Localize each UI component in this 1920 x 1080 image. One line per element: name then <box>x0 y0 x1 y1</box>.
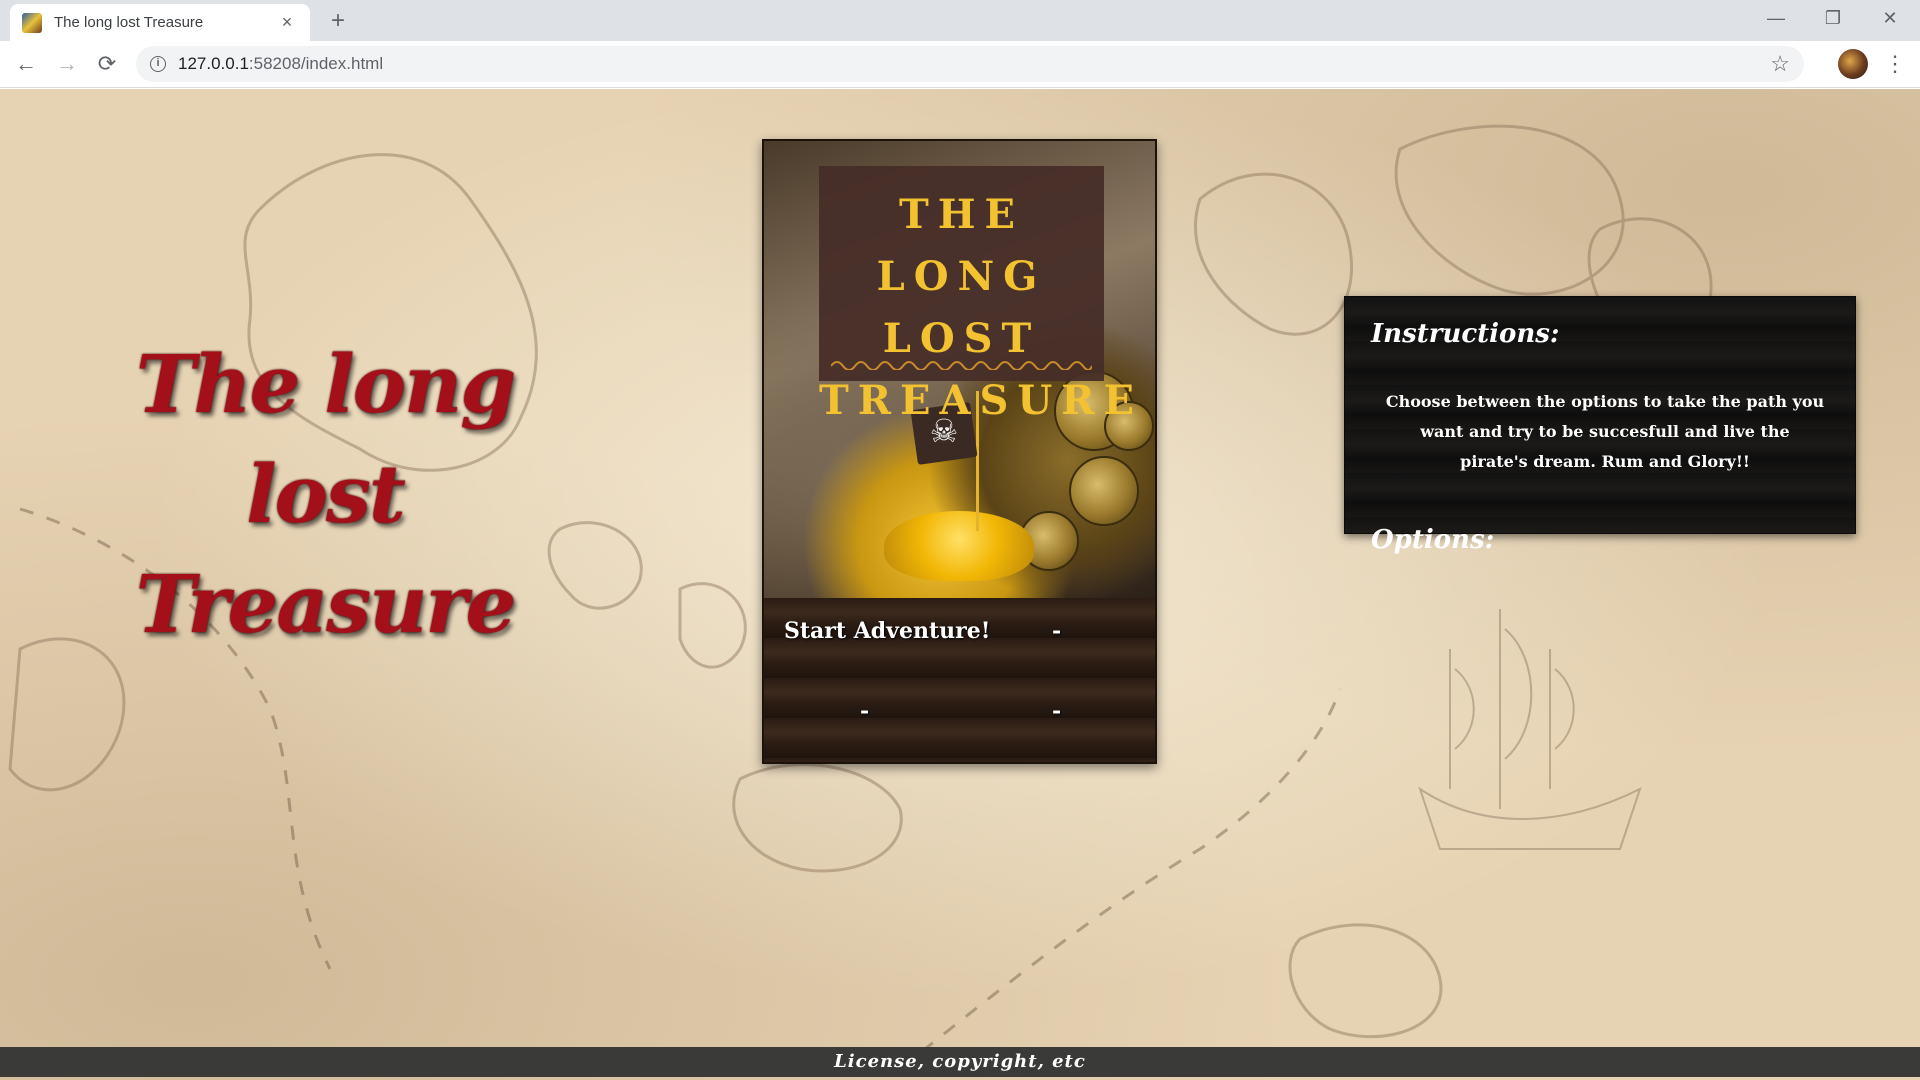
info-icon[interactable]: i <box>150 56 166 72</box>
option-3-button[interactable]: - <box>860 698 869 724</box>
maximize-icon[interactable]: ❐ <box>1805 0 1861 38</box>
browser-toolbar: ← → ⟳ i 127.0.0.1:58208/index.html ☆ ⋮ <box>0 41 1920 88</box>
address-bar[interactable]: i 127.0.0.1:58208/index.html ☆ <box>136 46 1804 82</box>
profile-avatar[interactable] <box>1838 49 1868 79</box>
options-panel: Start Adventure! - - - <box>764 598 1155 762</box>
game-logo: THE LONG LOST TREASURE <box>819 166 1134 424</box>
page-viewport: The long lost Treasure ☠ THE LONG LOST T… <box>0 89 1920 1080</box>
new-tab-icon[interactable]: + <box>323 7 353 37</box>
window-close-icon[interactable]: ✕ <box>1862 0 1918 38</box>
bookmark-star-icon[interactable]: ☆ <box>1770 51 1790 77</box>
logo-text: THE LONG LOST TREASURE <box>819 191 1144 424</box>
coin-icon <box>1069 456 1139 526</box>
treasure-image: ☠ THE LONG LOST TREASURE <box>764 141 1155 598</box>
instructions-text: Choose between the options to take the p… <box>1385 392 1825 471</box>
url-path: :58208/index.html <box>248 54 384 73</box>
page-title: The long lost Treasure <box>135 337 517 651</box>
start-adventure-button[interactable]: Start Adventure! <box>784 618 990 644</box>
url-host: 127.0.0.1 <box>178 54 249 73</box>
back-icon[interactable]: ← <box>10 49 42 81</box>
options-heading: Options: <box>1371 525 1495 555</box>
instructions-heading: Instructions: <box>1371 319 1560 349</box>
instructions-panel: Instructions: Choose between the options… <box>1344 296 1856 555</box>
page-footer: License, copyright, etc <box>0 1047 1920 1077</box>
browser-menu-icon[interactable]: ⋮ <box>1880 49 1910 79</box>
tab-title: The long lost Treasure <box>54 14 204 31</box>
option-2-button[interactable]: - <box>1052 618 1061 644</box>
forward-icon[interactable]: → <box>51 49 83 81</box>
favicon-icon <box>22 12 42 33</box>
adventure-card: ☠ THE LONG LOST TREASURE Start Adventure… <box>762 139 1157 764</box>
reload-icon[interactable]: ⟳ <box>91 49 123 81</box>
gold-pile <box>884 511 1034 581</box>
wave-divider-icon <box>831 361 1092 370</box>
minimize-icon[interactable]: — <box>1748 0 1804 38</box>
browser-tab[interactable]: The long lost Treasure × <box>10 4 310 41</box>
tab-close-icon[interactable]: × <box>276 12 298 33</box>
url-text: 127.0.0.1:58208/index.html <box>178 54 383 74</box>
option-4-button[interactable]: - <box>1052 698 1061 724</box>
tab-strip: The long lost Treasure × + — ❐ ✕ <box>0 0 1920 41</box>
